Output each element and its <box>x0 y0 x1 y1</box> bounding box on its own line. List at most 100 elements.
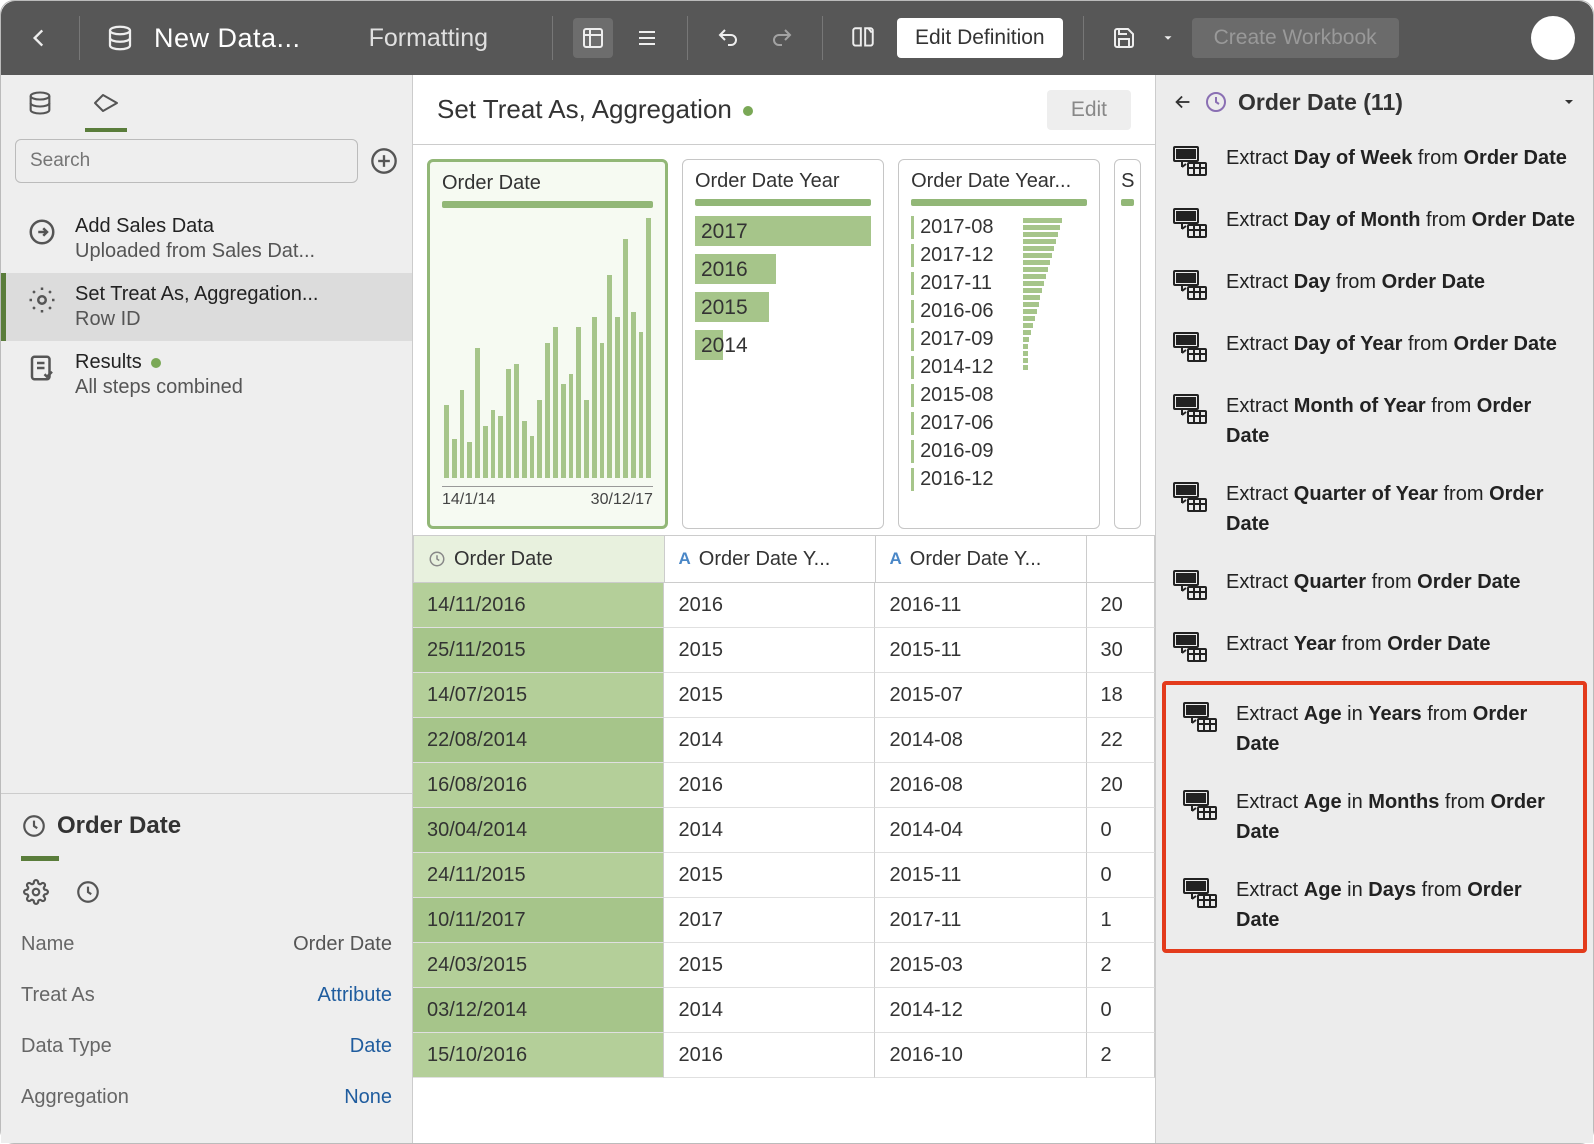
table-cell: 0 <box>1087 808 1155 853</box>
extract-icon <box>1182 787 1222 821</box>
edit-button[interactable]: Edit <box>1047 90 1131 130</box>
extract-icon <box>1172 629 1212 663</box>
back-icon[interactable] <box>1172 91 1194 113</box>
suggestion-text: Extract Month of Year from Order Date <box>1226 391 1577 451</box>
suggestion-item[interactable]: Extract Age in Years from Order Date <box>1166 685 1583 773</box>
clock-icon[interactable] <box>75 879 101 905</box>
suggestion-text: Extract Age in Years from Order Date <box>1236 699 1567 759</box>
table-cell: 2016 <box>664 763 875 808</box>
type-icon: A <box>679 549 691 569</box>
extract-icon <box>1182 699 1222 733</box>
extract-icon <box>1172 391 1212 425</box>
table-cell: 2015-11 <box>875 853 1086 898</box>
step-icon <box>25 215 59 249</box>
suggestion-item[interactable]: Extract Year from Order Date <box>1156 615 1593 677</box>
table-cell: 30 <box>1087 628 1155 673</box>
property-value: Date <box>350 1035 392 1058</box>
suggestion-item[interactable]: Extract Quarter from Order Date <box>1156 553 1593 615</box>
table-row[interactable]: 14/11/201620162016-1120 <box>413 583 1155 628</box>
table-row[interactable]: 10/11/201720172017-111 <box>413 898 1155 943</box>
table-cell: 20 <box>1087 763 1155 808</box>
property-key: Treat As <box>21 984 95 1007</box>
suggestion-item[interactable]: Extract Day of Year from Order Date <box>1156 315 1593 377</box>
table-cell: 2016 <box>664 583 875 628</box>
table-row[interactable]: 16/08/201620162016-0820 <box>413 763 1155 808</box>
table-cell: 2014 <box>664 988 875 1033</box>
tab-data-icon[interactable] <box>23 86 57 120</box>
table-cell: 2014-04 <box>875 808 1086 853</box>
property-row[interactable]: Data TypeDate <box>21 1021 392 1072</box>
back-button[interactable] <box>19 18 59 58</box>
table-row[interactable]: 30/04/201420142014-040 <box>413 808 1155 853</box>
table-cell: 2016-10 <box>875 1033 1086 1078</box>
table-row[interactable]: 15/10/201620162016-102 <box>413 1033 1155 1078</box>
edit-definition-button[interactable]: Edit Definition <box>897 18 1063 58</box>
column-card-yearmonth[interactable]: Order Date Year... 2017-082017-122017-11… <box>898 159 1100 529</box>
step-title: Set Treat As, Aggregation... <box>75 283 392 306</box>
property-panel: Order Date NameOrder DateTreat AsAttribu… <box>1 793 412 1143</box>
suggestion-item[interactable]: Extract Day of Month from Order Date <box>1156 191 1593 253</box>
suggestion-text: Extract Day of Week from Order Date <box>1226 143 1567 173</box>
add-step-icon[interactable] <box>370 147 398 175</box>
table-cell: 10/11/2017 <box>413 898 664 943</box>
extract-icon <box>1172 143 1212 177</box>
step-item[interactable]: Results All steps combined <box>1 341 412 409</box>
redo-icon[interactable] <box>762 18 802 58</box>
column-header[interactable]: AOrder Date Y... <box>665 535 876 583</box>
table-cell: 14/07/2015 <box>413 673 664 718</box>
property-title: Order Date <box>57 812 181 840</box>
list-view-icon[interactable] <box>627 18 667 58</box>
column-header[interactable] <box>1087 535 1155 583</box>
table-row[interactable]: 24/11/201520152015-110 <box>413 853 1155 898</box>
suggestion-text: Extract Age in Days from Order Date <box>1236 875 1567 935</box>
column-header[interactable]: AOrder Date Y... <box>876 535 1087 583</box>
table-cell: 2015-07 <box>875 673 1086 718</box>
gear-icon[interactable] <box>23 879 49 905</box>
property-value: None <box>344 1086 392 1109</box>
property-row[interactable]: Aggregation None <box>21 1072 392 1123</box>
table-row[interactable]: 24/03/201520152015-032 <box>413 943 1155 988</box>
extract-icon <box>1182 875 1222 909</box>
step-item[interactable]: Add Sales Data Uploaded from Sales Dat..… <box>1 205 412 273</box>
suggestion-item[interactable]: Extract Age in Months from Order Date <box>1166 773 1583 861</box>
grid-view-icon[interactable] <box>573 18 613 58</box>
suggestion-item[interactable]: Extract Age in Days from Order Date <box>1166 861 1583 949</box>
column-header-label: Order Date <box>454 548 553 571</box>
undo-icon[interactable] <box>708 18 748 58</box>
formatting-label[interactable]: Formatting <box>369 24 488 53</box>
chevron-down-icon[interactable] <box>1561 94 1577 110</box>
property-key: Aggregation <box>21 1086 129 1109</box>
page-title: New Data... <box>154 23 301 54</box>
table-row[interactable]: 25/11/201520152015-1130 <box>413 628 1155 673</box>
clock-icon <box>21 813 47 839</box>
search-input[interactable] <box>15 139 358 183</box>
type-icon <box>428 550 446 568</box>
column-card-order-date[interactable]: Order Date 14/1/1430/12/17 <box>427 159 668 529</box>
suggestion-item[interactable]: Extract Quarter of Year from Order Date <box>1156 465 1593 553</box>
avatar[interactable] <box>1531 16 1575 60</box>
save-icon[interactable] <box>1104 18 1144 58</box>
card-title: S... <box>1121 170 1134 193</box>
property-row[interactable]: NameOrder Date <box>21 919 392 970</box>
suggestion-item[interactable]: Extract Month of Year from Order Date <box>1156 377 1593 465</box>
table-row[interactable]: 14/07/201520152015-0718 <box>413 673 1155 718</box>
column-card-partial[interactable]: S... <box>1114 159 1141 529</box>
step-item[interactable]: Set Treat As, Aggregation... Row ID <box>1 273 412 341</box>
table-cell: 24/11/2015 <box>413 853 664 898</box>
tab-join-icon[interactable] <box>89 86 123 120</box>
table-cell: 2014-12 <box>875 988 1086 1033</box>
column-card-year[interactable]: Order Date Year 2017201620152014 <box>682 159 884 529</box>
suggestion-item[interactable]: Extract Day of Week from Order Date <box>1156 129 1593 191</box>
table-cell: 18 <box>1087 673 1155 718</box>
card-title: Order Date Year <box>695 170 871 193</box>
property-row[interactable]: Treat AsAttribute <box>21 970 392 1021</box>
suggestion-item[interactable]: Extract Day from Order Date <box>1156 253 1593 315</box>
step-subtitle: Row ID <box>75 308 392 331</box>
table-row[interactable]: 22/08/201420142014-0822 <box>413 718 1155 763</box>
right-panel: Order Date (11) Extract Day of Week from… <box>1155 75 1593 1143</box>
book-icon[interactable] <box>843 18 883 58</box>
save-menu-chevron-icon[interactable] <box>1158 18 1178 58</box>
table-cell: 2017-11 <box>875 898 1086 943</box>
column-header[interactable]: Order Date <box>413 535 665 583</box>
table-row[interactable]: 03/12/201420142014-120 <box>413 988 1155 1033</box>
